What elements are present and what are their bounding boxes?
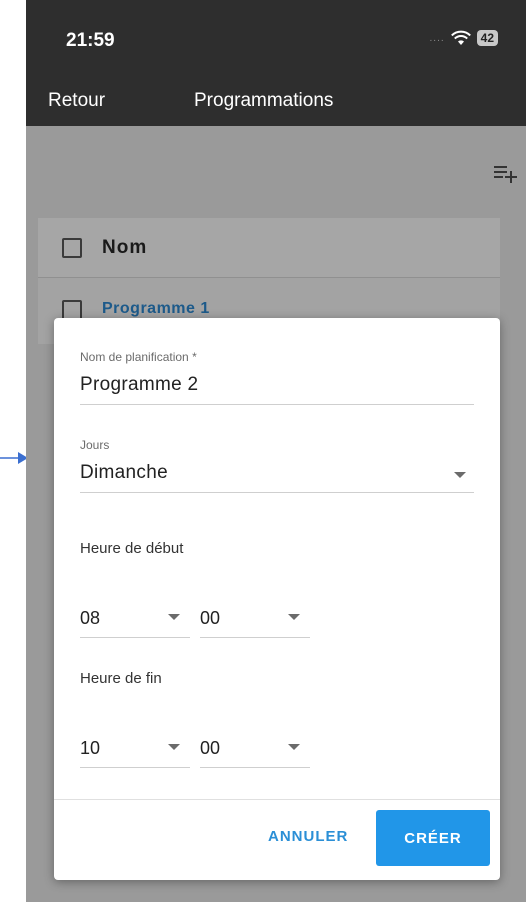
chevron-down-icon (168, 744, 180, 750)
days-select[interactable]: Dimanche (80, 462, 474, 493)
end-hour-select[interactable]: 10 (80, 738, 190, 768)
status-indicators: .... 42 (430, 30, 498, 46)
schedule-name-label: Nom de planification * (80, 350, 197, 364)
create-button[interactable]: CRÉER (376, 810, 490, 866)
wifi-icon (450, 30, 471, 45)
days-label: Jours (80, 438, 110, 452)
days-field: Jours Dimanche (80, 438, 474, 493)
list-header: Nom (38, 218, 500, 278)
back-button[interactable]: Retour (48, 90, 105, 112)
end-time-label: Heure de fin (80, 670, 162, 687)
list-item-label[interactable]: Programme 1 (102, 300, 210, 318)
create-schedule-dialog: Nom de planification * Programme 2 Jours… (54, 318, 500, 880)
chevron-down-icon (454, 472, 466, 478)
end-minute-select[interactable]: 00 (200, 738, 310, 768)
schedule-name-field: Nom de planification * Programme 2 (80, 350, 474, 405)
pointer-arrow-icon (0, 452, 28, 464)
chevron-down-icon (288, 614, 300, 620)
schedule-name-input[interactable]: Programme 2 (80, 374, 474, 405)
start-minute-select[interactable]: 00 (200, 608, 310, 638)
select-all-checkbox[interactable] (62, 237, 82, 258)
app-header: 21:59 .... 42 Retour Programmations (26, 0, 526, 126)
start-time-label: Heure de début (80, 540, 184, 557)
add-list-icon[interactable] (494, 162, 518, 184)
start-hour-select[interactable]: 08 (80, 608, 190, 638)
battery-indicator: 42 (476, 30, 498, 46)
status-time: 21:59 (66, 30, 115, 51)
chevron-down-icon (168, 614, 180, 620)
row-checkbox[interactable] (62, 300, 82, 320)
phone-screen: 21:59 .... 42 Retour Programmations Nom … (26, 0, 526, 902)
signal-icon: .... (429, 32, 445, 44)
page-title: Programmations (194, 90, 334, 111)
chevron-down-icon (288, 744, 300, 750)
dialog-divider (54, 799, 500, 800)
cancel-button[interactable]: ANNULER (268, 828, 348, 845)
list-header-label: Nom (102, 236, 148, 258)
